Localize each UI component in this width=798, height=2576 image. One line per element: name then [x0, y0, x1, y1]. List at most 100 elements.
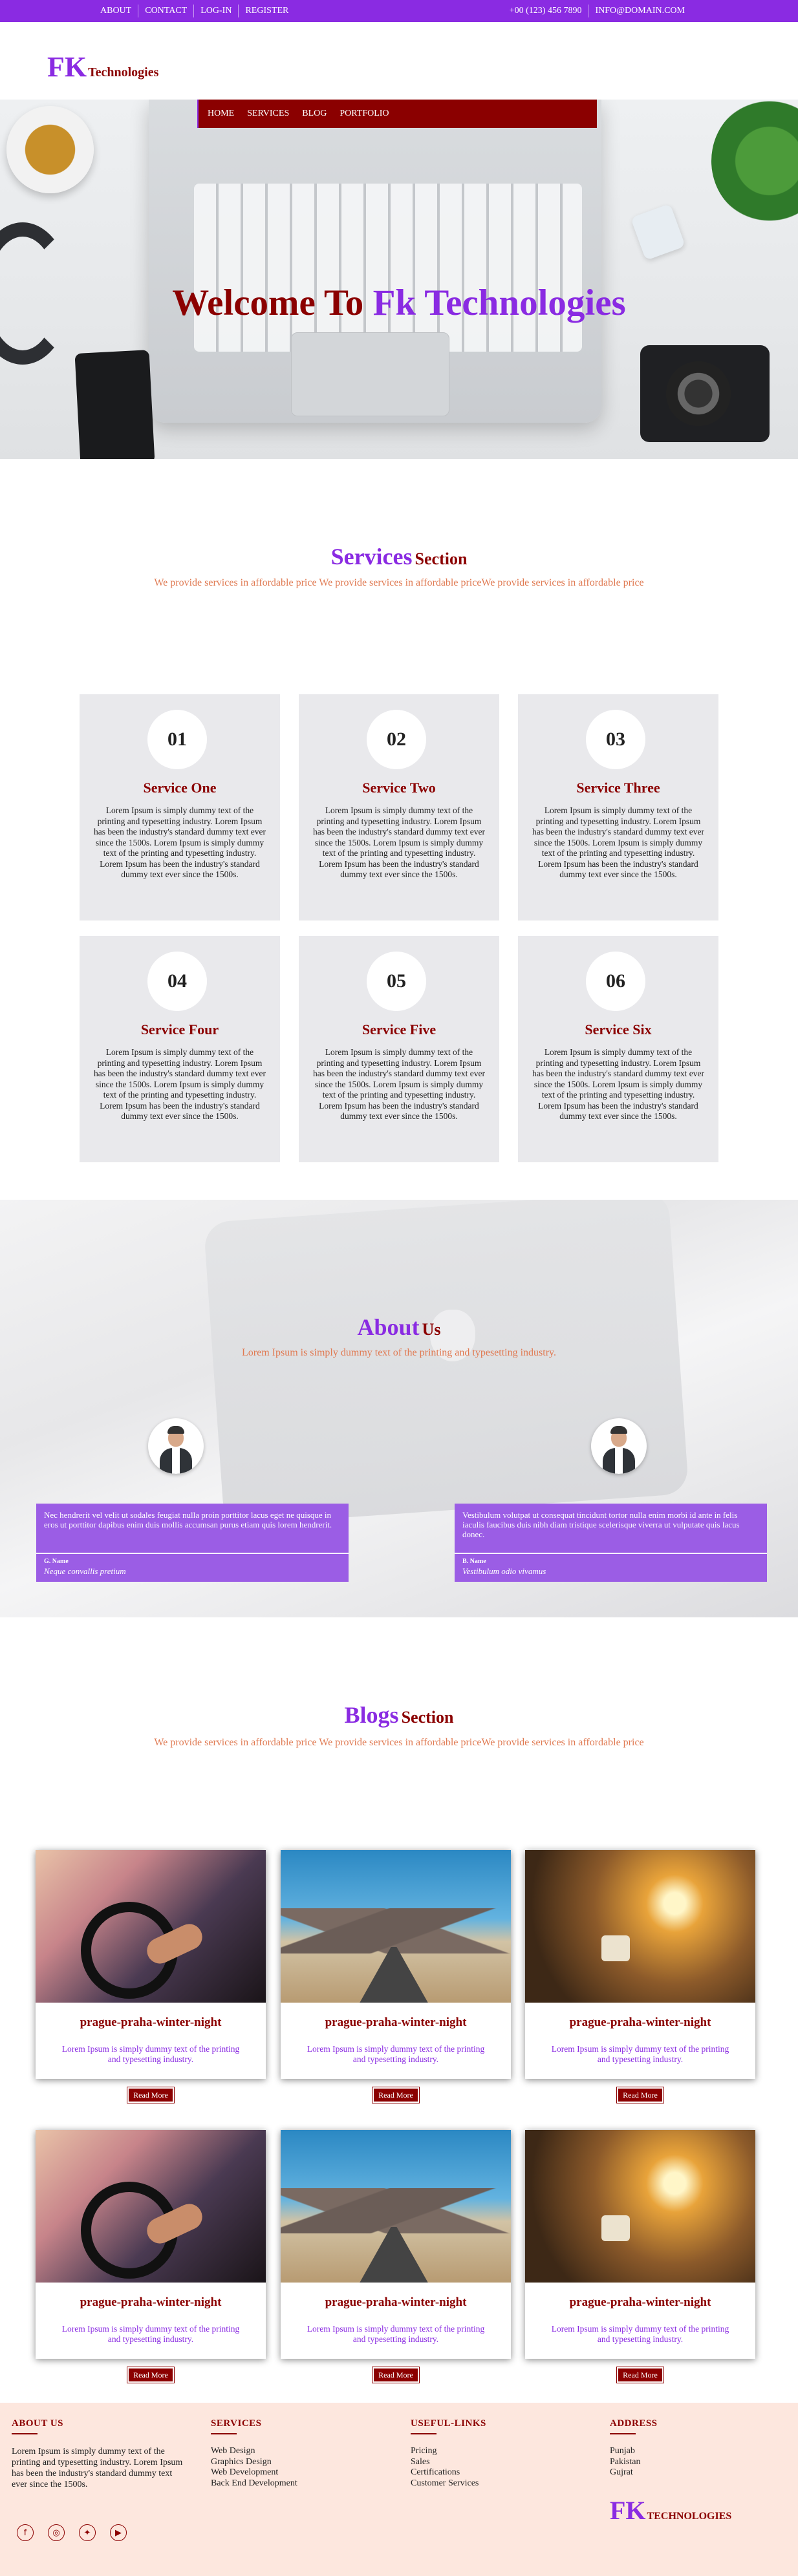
email-address[interactable]: INFO@DOMAIN.COM — [588, 5, 691, 17]
testimonial-name: G. Name — [44, 1558, 69, 1565]
logo-technologies: Technologies — [88, 65, 159, 80]
read-more-button[interactable]: Read More — [372, 2087, 420, 2103]
phone-number: +00 (123) 456 7890 — [509, 6, 582, 16]
instagram-icon[interactable]: ◎ — [48, 2524, 65, 2541]
service-title: Service One — [143, 780, 217, 796]
blogs-heading-main: Blogs — [344, 1702, 399, 1728]
footer-useful-link[interactable]: Pricing — [411, 2446, 486, 2457]
blog-image[interactable] — [525, 1850, 755, 2003]
service-number: 01 — [147, 710, 207, 769]
read-more-button[interactable]: Read More — [372, 2367, 420, 2383]
nav-blog[interactable]: BLOG — [302, 109, 327, 119]
blog-title[interactable]: prague-praha-winter-night — [281, 2295, 511, 2310]
blog-image[interactable] — [281, 1850, 511, 2003]
about-section: About Us Lorem Ipsum is simply dummy tex… — [0, 1200, 798, 1617]
read-more-button[interactable]: Read More — [616, 2087, 664, 2103]
footer-useful-links: USEFUL-LINKS Pricing Sales Certification… — [411, 2418, 486, 2489]
hero-keyboard-image — [194, 184, 582, 352]
top-link-register[interactable]: REGISTER — [238, 5, 295, 17]
main-nav: HOME SERVICES BLOG PORTFOLIO — [197, 100, 597, 128]
service-number: 03 — [586, 710, 645, 769]
avatar — [591, 1418, 647, 1474]
blog-image[interactable] — [525, 2130, 755, 2283]
service-card: 04 Service Four Lorem Ipsum is simply du… — [80, 936, 280, 1162]
blog-card: prague-praha-winter-night Lorem Ipsum is… — [281, 2130, 511, 2383]
blog-card: prague-praha-winter-night Lorem Ipsum is… — [281, 1850, 511, 2103]
blog-title[interactable]: prague-praha-winter-night — [525, 2016, 755, 2030]
footer-useful-link[interactable]: Customer Services — [411, 2478, 486, 2489]
service-text: Lorem Ipsum is simply dummy text of the … — [313, 805, 485, 879]
about-heading: About Us — [0, 1314, 798, 1341]
footer-logo-technologies: TECHNOLOGIES — [647, 2511, 732, 2522]
footer-address: ADDRESS Punjab Pakistan Gujrat — [610, 2418, 658, 2478]
about-laptop-background — [203, 1200, 689, 1526]
hero-camera-image — [640, 345, 770, 442]
service-card: 06 Service Six Lorem Ipsum is simply dum… — [518, 936, 718, 1162]
service-title: Service Three — [576, 780, 660, 796]
testimonial-card: Vestibulum volutpat ut consequat tincidu… — [455, 1504, 767, 1582]
footer-useful-link[interactable]: Sales — [411, 2457, 486, 2468]
footer-address-heading: ADDRESS — [610, 2418, 658, 2429]
top-link-contact[interactable]: CONTACT — [138, 5, 193, 17]
blog-image[interactable] — [281, 2130, 511, 2283]
social-icons: f ◎ ✦ ▶ — [17, 2524, 141, 2541]
service-number: 04 — [147, 952, 207, 1011]
read-more-button[interactable]: Read More — [127, 2087, 175, 2103]
logo[interactable]: FK Technologies — [47, 50, 158, 83]
top-link-about[interactable]: ABOUT — [94, 5, 138, 17]
footer-logo[interactable]: FK TECHNOLOGIES — [610, 2495, 731, 2526]
service-text: Lorem Ipsum is simply dummy text of the … — [94, 1047, 266, 1121]
service-title: Service Two — [362, 780, 436, 796]
blog-text: Lorem Ipsum is simply dummy text of the … — [61, 2044, 240, 2064]
blog-card: prague-praha-winter-night Lorem Ipsum is… — [525, 1850, 755, 2103]
nav-home[interactable]: HOME — [208, 109, 234, 119]
top-contact: +00 (123) 456 7890 INFO@DOMAIN.COM — [503, 0, 691, 22]
footer-service-link[interactable]: Graphics Design — [211, 2457, 297, 2468]
service-text: Lorem Ipsum is simply dummy text of the … — [313, 1047, 485, 1121]
service-card: 05 Service Five Lorem Ipsum is simply du… — [299, 936, 499, 1162]
blog-image[interactable] — [36, 1850, 266, 2003]
blog-image[interactable] — [36, 2130, 266, 2283]
footer-service-link[interactable]: Back End Development — [211, 2478, 297, 2489]
blog-title[interactable]: prague-praha-winter-night — [36, 2295, 266, 2310]
avatar — [148, 1418, 204, 1474]
twitter-icon[interactable]: ✦ — [79, 2524, 96, 2541]
blog-text: Lorem Ipsum is simply dummy text of the … — [307, 2324, 485, 2344]
blogs-heading: Blogs Section — [0, 1701, 798, 1729]
blog-text: Lorem Ipsum is simply dummy text of the … — [551, 2324, 729, 2344]
read-more-button[interactable]: Read More — [127, 2367, 175, 2383]
hero-dongle-image — [630, 203, 686, 261]
blog-title[interactable]: prague-praha-winter-night — [525, 2295, 755, 2310]
facebook-icon[interactable]: f — [17, 2524, 34, 2541]
nav-services[interactable]: SERVICES — [247, 109, 289, 119]
blog-text: Lorem Ipsum is simply dummy text of the … — [307, 2044, 485, 2064]
service-text: Lorem Ipsum is simply dummy text of the … — [94, 805, 266, 879]
blogs-subtitle: We provide services in affordable price … — [154, 1737, 644, 1748]
testimonial-text: Nec hendrerit vel velit ut sodales feugi… — [36, 1504, 349, 1554]
footer-service-link[interactable]: Web Design — [211, 2446, 297, 2457]
footer: ABOUT US Lorem Ipsum is simply dummy tex… — [0, 2403, 798, 2576]
blog-card: prague-praha-winter-night Lorem Ipsum is… — [525, 2130, 755, 2383]
testimonial-card: Nec hendrerit vel velit ut sodales feugi… — [36, 1504, 349, 1582]
blog-title[interactable]: prague-praha-winter-night — [281, 2016, 511, 2030]
nav-portfolio[interactable]: PORTFOLIO — [340, 109, 389, 119]
blog-title[interactable]: prague-praha-winter-night — [36, 2016, 266, 2030]
read-more-button[interactable]: Read More — [616, 2367, 664, 2383]
youtube-icon[interactable]: ▶ — [110, 2524, 127, 2541]
hero-banner: HOME SERVICES BLOG PORTFOLIO Welcome To … — [0, 100, 798, 459]
blog-text: Lorem Ipsum is simply dummy text of the … — [61, 2324, 240, 2344]
service-text: Lorem Ipsum is simply dummy text of the … — [532, 805, 704, 879]
footer-service-link[interactable]: Web Development — [211, 2467, 297, 2478]
service-title: Service Four — [140, 1021, 219, 1038]
about-heading-main: About — [357, 1314, 420, 1340]
about-subtitle: Lorem Ipsum is simply dummy text of the … — [241, 1347, 557, 1358]
service-card: 01 Service One Lorem Ipsum is simply dum… — [80, 694, 280, 921]
top-links: ABOUT CONTACT LOG-IN REGISTER — [94, 0, 295, 22]
footer-services: SERVICES Web Design Graphics Design Web … — [211, 2418, 297, 2489]
footer-services-heading: SERVICES — [211, 2418, 262, 2429]
hero-title-brand: Fk Technologies — [372, 282, 626, 323]
top-link-login[interactable]: LOG-IN — [193, 5, 238, 17]
address-line: Gujrat — [610, 2467, 633, 2477]
blog-text: Lorem Ipsum is simply dummy text of the … — [551, 2044, 729, 2064]
footer-useful-link[interactable]: Certifications — [411, 2467, 486, 2478]
